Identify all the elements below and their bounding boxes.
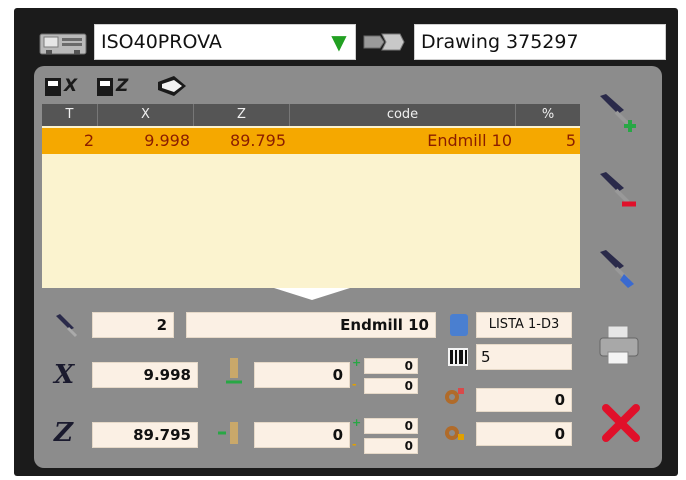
z-value-field[interactable]: 89.795: [92, 422, 198, 448]
probe-icon: [56, 314, 78, 338]
value-a-field[interactable]: 0: [476, 388, 572, 412]
measure-z-label: Z: [116, 76, 129, 96]
chevron-down-icon[interactable]: ▼: [322, 24, 356, 60]
list-name-field[interactable]: LISTA 1-D3: [476, 312, 572, 338]
cell-percent: 5: [565, 131, 576, 150]
program-name: ISO40PROVA: [101, 31, 222, 53]
measure-x-icon: [45, 78, 61, 96]
cell-t: 2: [83, 131, 94, 150]
edit-tool-icon[interactable]: [594, 246, 640, 292]
minus-icon: -: [352, 378, 357, 391]
machine-icon[interactable]: [38, 28, 88, 58]
add-tool-icon[interactable]: [594, 90, 640, 136]
barcode-icon: [448, 348, 468, 366]
cell-x: 9.998: [144, 131, 190, 150]
x-axis-label: X: [54, 360, 75, 390]
tool-code-field[interactable]: Endmill 10: [186, 312, 436, 338]
tool-table[interactable]: T X Z code % 2 9.998 89.795 Endmill 10 5: [42, 104, 580, 288]
drawing-label: Drawing 375297: [421, 31, 579, 53]
list-color-swatch[interactable]: [450, 314, 468, 336]
x-value-field[interactable]: 9.998: [92, 362, 198, 388]
splitter-handle[interactable]: [274, 288, 350, 300]
plus-icon: +: [352, 356, 362, 369]
value-b-field[interactable]: 0: [476, 422, 572, 446]
x-plus-field[interactable]: 0: [364, 358, 418, 374]
z-offset-field[interactable]: 0: [254, 422, 350, 448]
column-header[interactable]: code: [290, 104, 516, 126]
drawing-field[interactable]: Drawing 375297: [414, 24, 666, 60]
measure-x-button[interactable]: X: [44, 72, 84, 100]
print-icon[interactable]: [596, 322, 642, 368]
minus-icon: -: [352, 438, 357, 451]
z-minus-field[interactable]: 0: [364, 438, 418, 454]
plus-icon: +: [352, 416, 362, 429]
delete-icon[interactable]: [598, 400, 644, 446]
table-header: T X Z code %: [42, 104, 580, 126]
column-header[interactable]: T: [42, 104, 98, 126]
gear-icon: [445, 388, 464, 404]
z-axis-label: Z: [54, 418, 73, 448]
program-select[interactable]: ISO40PROVA: [94, 24, 356, 60]
x-minus-field[interactable]: 0: [364, 378, 418, 394]
drawing-icon[interactable]: [360, 30, 406, 54]
offset-icon: [445, 426, 464, 440]
cell-z: 89.795: [230, 131, 286, 150]
measure-z-icon: [97, 78, 113, 96]
measure-z-button[interactable]: Z: [96, 72, 136, 100]
z-plus-field[interactable]: 0: [364, 418, 418, 434]
measure-x-label: X: [64, 76, 78, 96]
x-offset-field[interactable]: 0: [254, 362, 350, 388]
tool-holder-icon[interactable]: [154, 72, 190, 100]
count-field[interactable]: 5: [476, 344, 572, 370]
cell-code: Endmill 10: [427, 131, 512, 150]
remove-tool-icon[interactable]: [594, 168, 640, 214]
tool-number-field[interactable]: 2: [92, 312, 174, 338]
column-header[interactable]: Z: [194, 104, 290, 126]
x-offset-icon: [226, 358, 242, 384]
z-offset-icon: [218, 422, 238, 444]
column-header[interactable]: X: [98, 104, 194, 126]
table-row[interactable]: 2 9.998 89.795 Endmill 10 5: [42, 128, 580, 154]
column-header[interactable]: %: [516, 104, 580, 126]
